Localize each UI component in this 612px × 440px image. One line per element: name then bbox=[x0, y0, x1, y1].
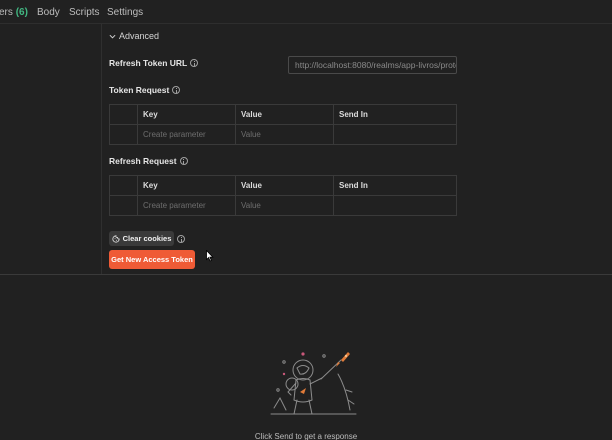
info-icon[interactable] bbox=[172, 86, 181, 94]
clear-cookies-label: Clear cookies bbox=[122, 234, 172, 243]
token-request-label-text: Token Request bbox=[109, 85, 170, 95]
empty-response-message: Click Send to get a response bbox=[254, 432, 358, 440]
refresh-token-url-input[interactable]: http://localhost:8080/realms/app-livros/… bbox=[288, 56, 457, 74]
get-new-access-token-button[interactable]: Get New Access Token bbox=[109, 250, 195, 269]
panel-divider bbox=[101, 24, 102, 274]
info-icon[interactable] bbox=[190, 59, 199, 67]
column-header-value: Value bbox=[236, 176, 334, 196]
table-header-row: Key Value Send In bbox=[110, 176, 456, 196]
column-header-send-in: Send In bbox=[339, 181, 368, 190]
tab-headers-label: ers bbox=[0, 7, 13, 18]
info-icon[interactable] bbox=[179, 157, 188, 165]
column-header-key: Key bbox=[138, 176, 236, 196]
mouse-cursor-icon bbox=[206, 250, 214, 262]
token-request-table: Key Value Send In Create parameter Value bbox=[109, 104, 457, 145]
info-icon[interactable] bbox=[177, 235, 185, 243]
chevron-down-icon bbox=[109, 34, 116, 39]
clear-cookies-button[interactable]: Clear cookies bbox=[109, 231, 174, 246]
tab-settings[interactable]: Settings bbox=[107, 7, 143, 19]
table-header-row: Key Value Send In bbox=[110, 105, 456, 125]
column-header-send-in: Send In bbox=[339, 110, 368, 119]
table-row: Create parameter Value bbox=[110, 196, 456, 216]
tab-body[interactable]: Body bbox=[37, 7, 60, 19]
token-request-label: Token Request bbox=[109, 85, 181, 95]
value-input[interactable]: Value bbox=[236, 125, 334, 145]
tab-headers-count: (6) bbox=[15, 7, 28, 18]
column-header-key: Key bbox=[138, 105, 236, 125]
refresh-request-table: Key Value Send In Create parameter Value bbox=[109, 175, 457, 216]
refresh-request-label-text: Refresh Request bbox=[109, 156, 177, 166]
advanced-section-label: Advanced bbox=[119, 31, 160, 41]
response-pane-divider bbox=[0, 274, 612, 275]
cookie-icon bbox=[112, 234, 120, 243]
astronaut-rocket-illustration bbox=[270, 352, 357, 415]
refresh-request-label: Refresh Request bbox=[109, 156, 188, 166]
value-input[interactable]: Value bbox=[236, 196, 334, 216]
refresh-token-url-label: Refresh Token URL bbox=[109, 58, 199, 68]
table-select-column bbox=[110, 105, 138, 125]
refresh-token-url-label-text: Refresh Token URL bbox=[109, 58, 188, 68]
column-header-value: Value bbox=[236, 105, 334, 125]
row-checkbox-cell bbox=[110, 196, 138, 216]
advanced-section-toggle[interactable]: Advanced bbox=[109, 30, 159, 42]
send-in-select[interactable] bbox=[334, 125, 456, 145]
key-input[interactable]: Create parameter bbox=[138, 196, 236, 216]
row-checkbox-cell bbox=[110, 125, 138, 145]
send-in-select[interactable] bbox=[334, 196, 456, 216]
table-select-column bbox=[110, 176, 138, 196]
table-row: Create parameter Value bbox=[110, 125, 456, 145]
tab-scripts[interactable]: Scripts bbox=[69, 7, 100, 19]
key-input[interactable]: Create parameter bbox=[138, 125, 236, 145]
tab-headers[interactable]: ers (6) bbox=[0, 7, 28, 19]
request-tab-bar: ers (6) Body Scripts Settings bbox=[0, 0, 612, 24]
